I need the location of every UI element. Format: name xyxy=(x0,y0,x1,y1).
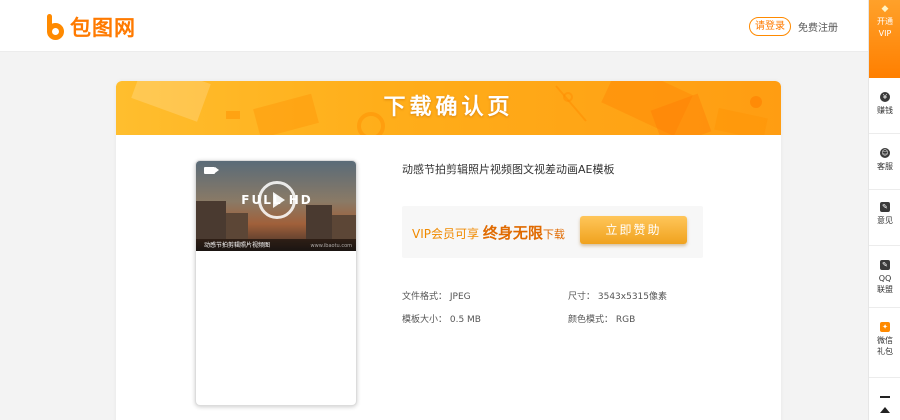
logo-text: 包图网 xyxy=(70,16,136,40)
banner: 下载确认页 xyxy=(116,81,781,135)
vip-suffix: 下载 xyxy=(542,228,565,241)
video-camera-icon xyxy=(204,167,219,174)
rail-item-label-2: 礼包 xyxy=(877,347,893,356)
watermark: www.ibaotu.com xyxy=(310,243,352,249)
rail-item-feedback[interactable]: ✎ 意见 xyxy=(869,190,900,246)
rail-item-label: 赚钱 xyxy=(877,106,893,115)
building-shape xyxy=(226,213,248,239)
register-link[interactable]: 免费注册 xyxy=(798,19,838,34)
login-button[interactable]: 请登录 xyxy=(749,17,791,36)
preview-overlay-text: FULL HD xyxy=(241,193,313,207)
rail-item-wechat-gift[interactable]: ✦ 微信 礼包 xyxy=(869,308,900,378)
support-icon: ☺ xyxy=(880,148,890,158)
preview-caption: 动感节拍剪辑照片视频图 xyxy=(204,242,271,249)
page-title: 下载确认页 xyxy=(383,95,514,120)
building-shape xyxy=(306,205,332,239)
sponsor-button[interactable]: 立即赞助 xyxy=(580,216,687,244)
vip-promo-box: VIP会员可享 终身无限下载 立即赞助 xyxy=(402,206,703,258)
rail-item-support[interactable]: ☺ 客服 xyxy=(869,134,900,190)
vip-line2: VIP xyxy=(878,29,892,38)
gift-icon: ✦ xyxy=(880,322,890,332)
diamond-icon: ◆ xyxy=(881,4,889,14)
download-confirm-card: 下载确认页 FULL HD 动感节拍剪辑照片视频图 www.ibaotu.com… xyxy=(116,81,781,420)
money-icon: ¥ xyxy=(880,92,890,102)
template-title: 动感节拍剪辑照片视频图文视差动画AE模板 xyxy=(402,163,615,176)
building-shape xyxy=(332,215,356,239)
color-mode: 颜色模式： RGB xyxy=(568,315,636,325)
rail-item-label-1: QQ xyxy=(878,274,892,283)
rail-item-label: 客服 xyxy=(877,162,893,171)
image-size: 尺寸： 3543x5315像素 xyxy=(568,292,667,302)
top-header: 包图网 请登录 免费注册 xyxy=(0,0,868,52)
rail-item-earn[interactable]: ¥ 赚钱 xyxy=(869,78,900,134)
qq-icon: ✎ xyxy=(880,260,890,270)
back-to-top-button[interactable] xyxy=(869,396,900,420)
back-to-top-icon xyxy=(880,396,890,398)
vip-promo-text: VIP会员可享 终身无限下载 xyxy=(412,222,565,243)
rail-item-label-2: 联盟 xyxy=(877,285,893,294)
arrow-up-icon xyxy=(880,407,890,413)
right-sidebar: ◆ 开通 VIP ¥ 赚钱 ☺ 客服 ✎ 意见 ✎ QQ 联盟 ✦ 微信 礼包 xyxy=(868,0,900,420)
rail-item-label-1: 微信 xyxy=(877,336,893,345)
logo-icon xyxy=(47,14,65,40)
file-format: 文件格式： JPEG xyxy=(402,292,471,302)
vip-prefix: VIP会员可享 xyxy=(412,227,479,241)
vip-highlight: 终身无限 xyxy=(482,224,543,242)
feedback-icon: ✎ xyxy=(880,202,890,212)
preview-thumbnail[interactable]: FULL HD 动感节拍剪辑照片视频图 www.ibaotu.com xyxy=(196,161,356,251)
site-logo[interactable]: 包图网 xyxy=(47,14,136,40)
rail-item-label: 意见 xyxy=(877,216,893,225)
rail-item-qq[interactable]: ✎ QQ 联盟 xyxy=(869,246,900,308)
open-vip-button[interactable]: ◆ 开通 VIP xyxy=(869,0,900,78)
vip-line1: 开通 xyxy=(877,17,893,26)
template-size: 模板大小： 0.5 MB xyxy=(402,315,481,325)
template-preview[interactable]: FULL HD 动感节拍剪辑照片视频图 www.ibaotu.com xyxy=(195,160,357,406)
